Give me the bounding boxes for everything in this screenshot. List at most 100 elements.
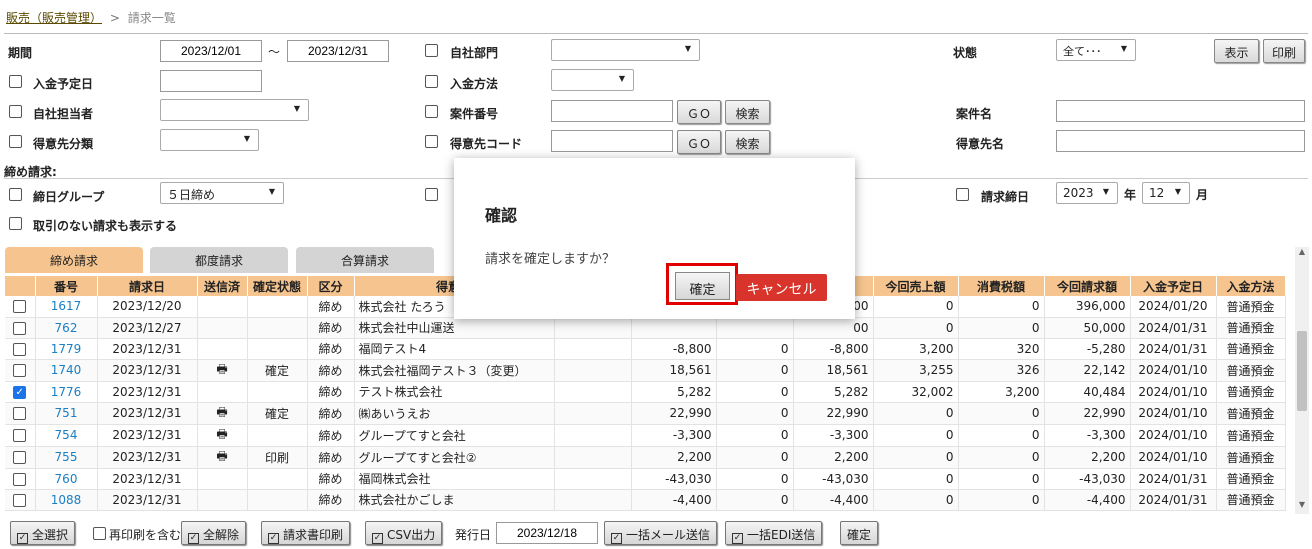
dept-select[interactable]: ▼ xyxy=(551,39,700,61)
col-header[interactable]: 入金予定日 xyxy=(1130,276,1217,296)
row-checkbox-box[interactable] xyxy=(13,429,27,442)
dialog-confirm-button[interactable]: 確定 xyxy=(675,272,730,300)
row-checkbox[interactable] xyxy=(5,424,36,447)
invoice-number-link[interactable]: 754 xyxy=(35,424,98,447)
row-checkbox-box[interactable] xyxy=(13,451,27,464)
scrollbar-thumb[interactable] xyxy=(1297,331,1307,411)
col-header[interactable]: 入金方法 xyxy=(1216,276,1286,296)
invoice-number-link[interactable]: 1617 xyxy=(35,296,98,318)
closing-group-select[interactable]: ５日締め ▼ xyxy=(160,182,284,204)
period-from-input[interactable] xyxy=(160,40,262,62)
cust-class-checkbox[interactable] xyxy=(9,135,22,148)
case-name-input[interactable] xyxy=(1056,100,1305,122)
cust-class-select[interactable]: ▼ xyxy=(160,129,259,151)
table-row[interactable]: 1088 2023/12/31 締め 株式会社かごしま -4,400 0 -4,400 0 0-… xyxy=(5,489,1286,511)
table-row[interactable]: 754 2023/12/31 🖶 締め グループてすと会社 -3,300 0 -3,300 0 0… xyxy=(5,424,1286,447)
cust-go-button[interactable]: ＧＯ xyxy=(677,130,721,154)
row-checkbox[interactable] xyxy=(5,317,36,339)
footer-confirm-button[interactable]: 確定 xyxy=(840,521,879,545)
table-row[interactable]: 1740 2023/12/31 🖶 確定 締め 株式会社福岡テスト３（変更） 18,561 0… xyxy=(5,359,1286,382)
bulk-mail-button[interactable]: ✓ 一括メール送信 xyxy=(604,521,718,545)
table-row[interactable]: ✓ 1776 2023/12/31 締め テスト株式会社 5,282 0 5,282 32,00… xyxy=(5,381,1286,403)
table-row[interactable]: 755 2023/12/31 🖶 印刷 締め グループてすと会社② 2,200 0 2,200 0… xyxy=(5,446,1286,469)
scroll-up-icon[interactable]: ▲ xyxy=(1295,247,1309,261)
dialog-cancel-button[interactable]: キャンセル xyxy=(736,274,827,301)
case-search-button[interactable]: 検索 xyxy=(725,100,770,124)
deselect-all-button[interactable]: ✓ 全解除 xyxy=(181,521,247,545)
issue-date-input[interactable] xyxy=(496,522,598,544)
invoice-number-link[interactable]: 1740 xyxy=(35,359,98,382)
col-header[interactable]: 区分 xyxy=(307,276,355,296)
tab-combined[interactable]: 合算請求 xyxy=(296,247,434,273)
row-checkbox-box[interactable]: ✓ xyxy=(13,385,27,399)
col-header[interactable]: 確定状態 xyxy=(247,276,308,296)
payment-date-checkbox[interactable] xyxy=(9,75,22,88)
tab-closing[interactable]: 締め請求 xyxy=(5,247,143,273)
scroll-down-icon[interactable]: ▼ xyxy=(1295,500,1309,514)
invoice-number-link[interactable]: 762 xyxy=(35,317,98,339)
dept-checkbox[interactable] xyxy=(425,44,438,57)
table-row[interactable]: 1779 2023/12/31 締め 福岡テスト4 -8,800 0 -8,800 3,200… xyxy=(5,338,1286,360)
print-button[interactable]: 印刷 xyxy=(1263,39,1305,63)
invoice-number-link[interactable]: 1088 xyxy=(35,489,98,511)
cust-code-input[interactable] xyxy=(551,130,673,152)
invoice-number-link[interactable]: 1779 xyxy=(35,338,98,360)
case-go-button[interactable]: ＧＯ xyxy=(677,100,721,124)
row-checkbox-box[interactable] xyxy=(13,493,27,507)
csv-button[interactable]: ✓ CSV出力 xyxy=(365,521,443,545)
row-checkbox[interactable] xyxy=(5,489,36,511)
period-to-input[interactable] xyxy=(287,40,389,62)
table-row[interactable]: 760 2023/12/31 締め 福岡株式会社 -43,030 0 -43,030 0 0 -4… xyxy=(5,468,1286,490)
col-header[interactable]: 番号 xyxy=(35,276,98,296)
payment-date-input[interactable] xyxy=(160,70,262,92)
cust-search-button[interactable]: 検索 xyxy=(725,130,770,154)
row-checkbox-box[interactable] xyxy=(13,364,27,377)
invoice-number-link[interactable]: 1776 xyxy=(35,381,98,403)
row-checkbox-box[interactable] xyxy=(13,321,27,335)
year-select[interactable]: 2023 ▼ xyxy=(1056,182,1118,204)
invoice-number-link[interactable]: 751 xyxy=(35,402,98,425)
closing-date-checkbox[interactable] xyxy=(956,188,969,201)
tab-each[interactable]: 都度請求 xyxy=(150,247,288,273)
select-all-button[interactable]: ✓ 全選択 xyxy=(10,521,76,545)
col-header[interactable]: 今回売上額 xyxy=(873,276,959,296)
case-no-input[interactable] xyxy=(551,100,673,122)
print-invoice-button[interactable]: ✓ 請求書印刷 xyxy=(261,521,351,545)
cust-name-input[interactable] xyxy=(1056,130,1305,152)
status-select[interactable]: 全て･･･ ▼ xyxy=(1056,39,1136,61)
row-checkbox-box[interactable] xyxy=(13,407,27,420)
middle-checkbox[interactable] xyxy=(425,188,438,201)
row-checkbox[interactable] xyxy=(5,338,36,360)
payment-method-checkbox[interactable] xyxy=(425,75,438,88)
table-scrollbar[interactable]: ▲ ▼ xyxy=(1295,247,1309,514)
row-checkbox[interactable] xyxy=(5,446,36,469)
col-header[interactable]: 消費税額 xyxy=(958,276,1045,296)
row-checkbox[interactable]: ✓ xyxy=(5,381,36,403)
row-checkbox[interactable] xyxy=(5,359,36,382)
row-checkbox-box[interactable] xyxy=(13,472,27,486)
invoice-number-link[interactable]: 760 xyxy=(35,468,98,490)
row-checkbox-box[interactable] xyxy=(13,342,27,356)
staff-checkbox[interactable] xyxy=(9,105,22,118)
row-checkbox[interactable] xyxy=(5,402,36,425)
show-button[interactable]: 表示 xyxy=(1214,39,1259,63)
reprint-checkbox[interactable] xyxy=(93,527,106,540)
col-header[interactable]: 今回請求額 xyxy=(1044,276,1131,296)
case-no-checkbox[interactable] xyxy=(425,105,438,118)
bulk-edi-button[interactable]: ✓ 一括EDI送信 xyxy=(725,521,823,545)
table-row[interactable]: 751 2023/12/31 🖶 確定 締め ㈱あいうえお 22,990 0 22,990 0 0 2… xyxy=(5,402,1286,425)
table-row[interactable]: 762 2023/12/27 締め 株式会社中山運送 00 0 0 50,000 2024/01… xyxy=(5,317,1286,339)
row-checkbox[interactable] xyxy=(5,296,36,318)
staff-select[interactable]: ▼ xyxy=(160,99,309,121)
no-trade-checkbox[interactable] xyxy=(9,217,22,230)
invoice-number-link[interactable]: 755 xyxy=(35,446,98,469)
month-select[interactable]: 12 ▼ xyxy=(1142,182,1190,204)
payment-method-select[interactable]: ▼ xyxy=(551,69,634,91)
cust-code-checkbox[interactable] xyxy=(425,135,438,148)
col-header[interactable]: 送信済 xyxy=(197,276,248,296)
closing-group-checkbox[interactable] xyxy=(9,188,22,201)
breadcrumb-parent-link[interactable]: 販売（販売管理） xyxy=(6,11,102,25)
col-header[interactable]: 請求日 xyxy=(97,276,198,296)
row-checkbox-box[interactable] xyxy=(13,300,27,314)
row-checkbox[interactable] xyxy=(5,468,36,490)
